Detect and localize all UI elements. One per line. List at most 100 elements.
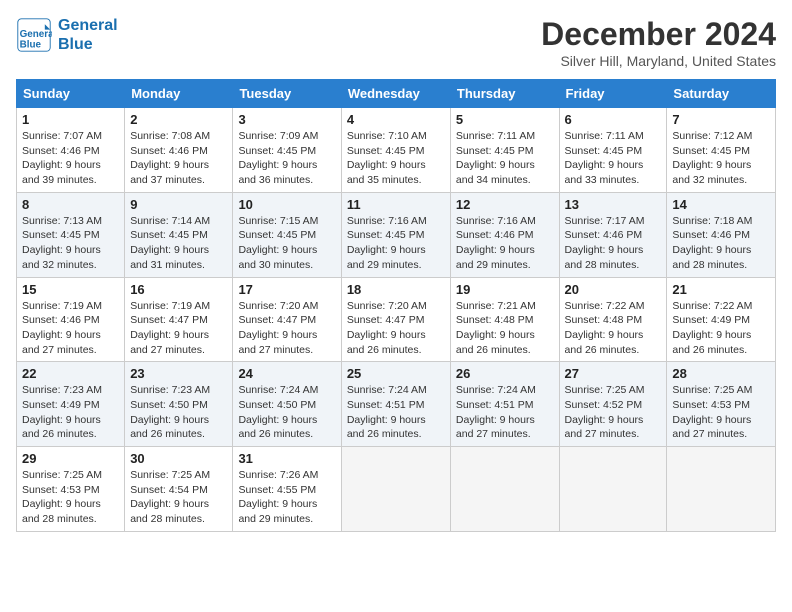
day-info-11: Sunrise: 7:16 AMSunset: 4:45 PMDaylight:… — [347, 214, 445, 273]
day-cell-24: 24 Sunrise: 7:24 AMSunset: 4:50 PMDaylig… — [233, 362, 341, 447]
day-info-23: Sunrise: 7:23 AMSunset: 4:50 PMDaylight:… — [130, 383, 227, 442]
day-number-20: 20 — [565, 282, 662, 297]
day-cell-14: 14 Sunrise: 7:18 AMSunset: 4:46 PMDaylig… — [667, 192, 776, 277]
day-info-29: Sunrise: 7:25 AMSunset: 4:53 PMDaylight:… — [22, 468, 119, 527]
day-number-23: 23 — [130, 366, 227, 381]
day-number-17: 17 — [238, 282, 335, 297]
header-thursday: Thursday — [450, 80, 559, 108]
day-cell-26: 26 Sunrise: 7:24 AMSunset: 4:51 PMDaylig… — [450, 362, 559, 447]
day-cell-1: 1 Sunrise: 7:07 AMSunset: 4:46 PMDayligh… — [17, 108, 125, 193]
svg-text:General: General — [20, 29, 52, 40]
day-cell-3: 3 Sunrise: 7:09 AMSunset: 4:45 PMDayligh… — [233, 108, 341, 193]
day-number-26: 26 — [456, 366, 554, 381]
day-number-1: 1 — [22, 112, 119, 127]
weekday-header-row: Sunday Monday Tuesday Wednesday Thursday… — [17, 80, 776, 108]
day-cell-30: 30 Sunrise: 7:25 AMSunset: 4:54 PMDaylig… — [125, 447, 233, 532]
day-info-3: Sunrise: 7:09 AMSunset: 4:45 PMDaylight:… — [238, 129, 335, 188]
day-number-22: 22 — [22, 366, 119, 381]
header-wednesday: Wednesday — [341, 80, 450, 108]
day-number-12: 12 — [456, 197, 554, 212]
header-friday: Friday — [559, 80, 667, 108]
day-number-18: 18 — [347, 282, 445, 297]
header-saturday: Saturday — [667, 80, 776, 108]
day-info-25: Sunrise: 7:24 AMSunset: 4:51 PMDaylight:… — [347, 383, 445, 442]
day-cell-20: 20 Sunrise: 7:22 AMSunset: 4:48 PMDaylig… — [559, 277, 667, 362]
day-number-21: 21 — [672, 282, 770, 297]
day-number-27: 27 — [565, 366, 662, 381]
day-cell-7: 7 Sunrise: 7:12 AMSunset: 4:45 PMDayligh… — [667, 108, 776, 193]
day-cell-9: 9 Sunrise: 7:14 AMSunset: 4:45 PMDayligh… — [125, 192, 233, 277]
day-info-15: Sunrise: 7:19 AMSunset: 4:46 PMDaylight:… — [22, 299, 119, 358]
month-title: December 2024 — [541, 16, 776, 53]
day-number-7: 7 — [672, 112, 770, 127]
day-info-22: Sunrise: 7:23 AMSunset: 4:49 PMDaylight:… — [22, 383, 119, 442]
day-number-30: 30 — [130, 451, 227, 466]
day-number-16: 16 — [130, 282, 227, 297]
day-info-8: Sunrise: 7:13 AMSunset: 4:45 PMDaylight:… — [22, 214, 119, 273]
day-info-20: Sunrise: 7:22 AMSunset: 4:48 PMDaylight:… — [565, 299, 662, 358]
day-info-10: Sunrise: 7:15 AMSunset: 4:45 PMDaylight:… — [238, 214, 335, 273]
day-number-11: 11 — [347, 197, 445, 212]
day-info-16: Sunrise: 7:19 AMSunset: 4:47 PMDaylight:… — [130, 299, 227, 358]
empty-cell — [559, 447, 667, 532]
day-cell-11: 11 Sunrise: 7:16 AMSunset: 4:45 PMDaylig… — [341, 192, 450, 277]
title-area: December 2024 Silver Hill, Maryland, Uni… — [541, 16, 776, 69]
day-number-4: 4 — [347, 112, 445, 127]
logo-text-blue: Blue — [58, 35, 118, 54]
empty-cell — [667, 447, 776, 532]
day-cell-28: 28 Sunrise: 7:25 AMSunset: 4:53 PMDaylig… — [667, 362, 776, 447]
day-info-28: Sunrise: 7:25 AMSunset: 4:53 PMDaylight:… — [672, 383, 770, 442]
day-number-3: 3 — [238, 112, 335, 127]
day-cell-21: 21 Sunrise: 7:22 AMSunset: 4:49 PMDaylig… — [667, 277, 776, 362]
svg-text:Blue: Blue — [20, 40, 42, 51]
day-number-31: 31 — [238, 451, 335, 466]
day-number-5: 5 — [456, 112, 554, 127]
logo: General Blue General Blue — [16, 16, 118, 54]
day-number-13: 13 — [565, 197, 662, 212]
day-cell-17: 17 Sunrise: 7:20 AMSunset: 4:47 PMDaylig… — [233, 277, 341, 362]
calendar-table: Sunday Monday Tuesday Wednesday Thursday… — [16, 79, 776, 532]
day-info-18: Sunrise: 7:20 AMSunset: 4:47 PMDaylight:… — [347, 299, 445, 358]
calendar-row-3: 15 Sunrise: 7:19 AMSunset: 4:46 PMDaylig… — [17, 277, 776, 362]
day-number-9: 9 — [130, 197, 227, 212]
day-cell-12: 12 Sunrise: 7:16 AMSunset: 4:46 PMDaylig… — [450, 192, 559, 277]
day-number-19: 19 — [456, 282, 554, 297]
day-cell-10: 10 Sunrise: 7:15 AMSunset: 4:45 PMDaylig… — [233, 192, 341, 277]
day-cell-2: 2 Sunrise: 7:08 AMSunset: 4:46 PMDayligh… — [125, 108, 233, 193]
day-info-1: Sunrise: 7:07 AMSunset: 4:46 PMDaylight:… — [22, 129, 119, 188]
location: Silver Hill, Maryland, United States — [541, 53, 776, 69]
day-cell-19: 19 Sunrise: 7:21 AMSunset: 4:48 PMDaylig… — [450, 277, 559, 362]
day-info-26: Sunrise: 7:24 AMSunset: 4:51 PMDaylight:… — [456, 383, 554, 442]
day-cell-5: 5 Sunrise: 7:11 AMSunset: 4:45 PMDayligh… — [450, 108, 559, 193]
page-header: General Blue General Blue December 2024 … — [16, 16, 776, 69]
day-number-8: 8 — [22, 197, 119, 212]
day-number-24: 24 — [238, 366, 335, 381]
day-info-4: Sunrise: 7:10 AMSunset: 4:45 PMDaylight:… — [347, 129, 445, 188]
day-cell-31: 31 Sunrise: 7:26 AMSunset: 4:55 PMDaylig… — [233, 447, 341, 532]
empty-cell — [341, 447, 450, 532]
header-sunday: Sunday — [17, 80, 125, 108]
empty-cell — [450, 447, 559, 532]
day-cell-22: 22 Sunrise: 7:23 AMSunset: 4:49 PMDaylig… — [17, 362, 125, 447]
day-info-17: Sunrise: 7:20 AMSunset: 4:47 PMDaylight:… — [238, 299, 335, 358]
day-info-14: Sunrise: 7:18 AMSunset: 4:46 PMDaylight:… — [672, 214, 770, 273]
day-cell-8: 8 Sunrise: 7:13 AMSunset: 4:45 PMDayligh… — [17, 192, 125, 277]
day-info-9: Sunrise: 7:14 AMSunset: 4:45 PMDaylight:… — [130, 214, 227, 273]
day-info-27: Sunrise: 7:25 AMSunset: 4:52 PMDaylight:… — [565, 383, 662, 442]
day-number-14: 14 — [672, 197, 770, 212]
day-number-25: 25 — [347, 366, 445, 381]
day-number-2: 2 — [130, 112, 227, 127]
calendar-row-4: 22 Sunrise: 7:23 AMSunset: 4:49 PMDaylig… — [17, 362, 776, 447]
day-info-5: Sunrise: 7:11 AMSunset: 4:45 PMDaylight:… — [456, 129, 554, 188]
day-number-10: 10 — [238, 197, 335, 212]
calendar-row-5: 29 Sunrise: 7:25 AMSunset: 4:53 PMDaylig… — [17, 447, 776, 532]
day-cell-27: 27 Sunrise: 7:25 AMSunset: 4:52 PMDaylig… — [559, 362, 667, 447]
day-cell-23: 23 Sunrise: 7:23 AMSunset: 4:50 PMDaylig… — [125, 362, 233, 447]
header-monday: Monday — [125, 80, 233, 108]
day-cell-13: 13 Sunrise: 7:17 AMSunset: 4:46 PMDaylig… — [559, 192, 667, 277]
day-cell-25: 25 Sunrise: 7:24 AMSunset: 4:51 PMDaylig… — [341, 362, 450, 447]
day-number-6: 6 — [565, 112, 662, 127]
logo-icon: General Blue — [16, 17, 52, 53]
calendar-row-1: 1 Sunrise: 7:07 AMSunset: 4:46 PMDayligh… — [17, 108, 776, 193]
day-cell-16: 16 Sunrise: 7:19 AMSunset: 4:47 PMDaylig… — [125, 277, 233, 362]
